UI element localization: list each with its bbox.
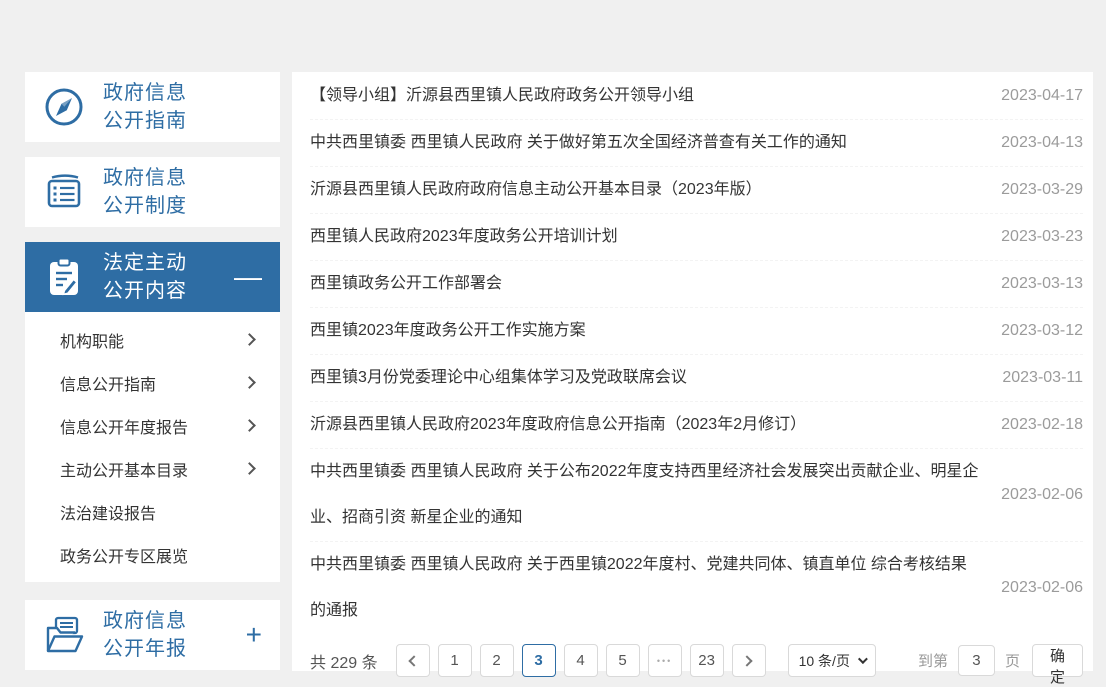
article-date: 2023-03-12 xyxy=(993,322,1083,340)
chevron-right-icon xyxy=(243,462,256,475)
total-count: 共 229 条 xyxy=(310,649,378,673)
collapse-icon[interactable]: — xyxy=(234,263,262,291)
article-date: 2023-03-23 xyxy=(993,228,1083,246)
goto-page-group: 到第 页 确定 xyxy=(918,644,1083,677)
article-date: 2023-03-29 xyxy=(993,181,1083,199)
sidebar-item-label: 法定主动 公开内容 xyxy=(103,249,234,305)
label-line2: 公开年报 xyxy=(103,638,187,660)
label-line2: 公开内容 xyxy=(103,280,187,302)
list-item[interactable]: 西里镇2023年度政务公开工作实施方案 2023-03-12 xyxy=(310,308,1083,355)
sidebar-item-label: 政府信息 公开年报 xyxy=(103,607,246,663)
article-date: 2023-02-06 xyxy=(993,486,1083,504)
chevron-right-icon xyxy=(741,655,752,666)
article-title[interactable]: 沂源县西里镇人民政府2023年度政府信息公开指南（2023年2月修订） xyxy=(310,402,993,448)
page-size-select[interactable]: 10 条/页 xyxy=(788,644,876,677)
news-list: 【领导小组】沂源县西里镇人民政府政务公开领导小组 2023-04-17 中共西里… xyxy=(310,73,1083,634)
submenu-item-label: 机构职能 xyxy=(60,328,124,352)
chevron-right-icon xyxy=(243,376,256,389)
page-button-2[interactable]: 2 xyxy=(480,644,514,677)
next-page-button[interactable] xyxy=(732,644,766,677)
ellipsis-button[interactable]: ••• xyxy=(648,644,682,677)
list-item[interactable]: 中共西里镇委 西里镇人民政府 关于做好第五次全国经济普查有关工作的通知 2023… xyxy=(310,120,1083,167)
confirm-button[interactable]: 确定 xyxy=(1032,644,1083,677)
article-title[interactable]: 西里镇政务公开工作部署会 xyxy=(310,261,993,307)
document-list-icon xyxy=(25,170,103,214)
article-date: 2023-03-13 xyxy=(993,275,1083,293)
sidebar-submenu: 机构职能 信息公开指南 信息公开年度报告 主动公开基本目录 法治建设报告 政务公… xyxy=(25,312,280,582)
article-date: 2023-02-18 xyxy=(993,416,1083,434)
label-line2: 公开指南 xyxy=(103,110,187,132)
content-panel: 【领导小组】沂源县西里镇人民政府政务公开领导小组 2023-04-17 中共西里… xyxy=(292,72,1093,671)
label-line1: 政府信息 xyxy=(103,82,187,104)
sidebar-item-gov-info-guide[interactable]: 政府信息 公开指南 xyxy=(25,72,280,142)
list-item[interactable]: 西里镇3月份党委理论中心组集体学习及党政联席会议 2023-03-11 xyxy=(310,355,1083,402)
prev-page-button[interactable] xyxy=(396,644,430,677)
article-title[interactable]: 中共西里镇委 西里镇人民政府 关于公布2022年度支持西里经济社会发展突出贡献企… xyxy=(310,449,993,541)
article-title[interactable]: 中共西里镇委 西里镇人民政府 关于做好第五次全国经济普查有关工作的通知 xyxy=(310,120,993,166)
submenu-item-label: 主动公开基本目录 xyxy=(60,457,188,481)
label-line1: 法定主动 xyxy=(103,252,187,274)
submenu-item-basic-catalog[interactable]: 主动公开基本目录 xyxy=(25,447,280,490)
article-date: 2023-04-13 xyxy=(993,134,1083,152)
submenu-item-agency-functions[interactable]: 机构职能 xyxy=(25,318,280,361)
chevron-right-icon xyxy=(243,419,256,432)
label-line2: 公开制度 xyxy=(103,195,187,217)
page-button-5[interactable]: 5 xyxy=(606,644,640,677)
goto-page-input[interactable] xyxy=(958,645,995,676)
sidebar-item-annual-gov-report[interactable]: 政府信息 公开年报 + xyxy=(25,600,280,670)
chevron-left-icon xyxy=(408,655,419,666)
list-item[interactable]: 西里镇政务公开工作部署会 2023-03-13 xyxy=(310,261,1083,308)
list-item[interactable]: 【领导小组】沂源县西里镇人民政府政务公开领导小组 2023-04-17 xyxy=(310,73,1083,120)
sidebar-item-legal-disclosure[interactable]: 法定主动 公开内容 — xyxy=(25,242,280,312)
submenu-item-label: 信息公开指南 xyxy=(60,371,156,395)
page-button-3-active[interactable]: 3 xyxy=(522,644,556,677)
article-title[interactable]: 西里镇2023年度政务公开工作实施方案 xyxy=(310,308,993,354)
submenu-item-label: 法治建设报告 xyxy=(60,500,156,524)
list-item[interactable]: 中共西里镇委 西里镇人民政府 关于西里镇2022年度村、党建共同体、镇直单位 综… xyxy=(310,542,1083,634)
sidebar-item-label: 政府信息 公开制度 xyxy=(103,164,280,220)
clipboard-pen-icon xyxy=(25,255,103,299)
page-button-4[interactable]: 4 xyxy=(564,644,598,677)
chevron-down-icon xyxy=(858,654,868,664)
article-title[interactable]: 沂源县西里镇人民政府政府信息主动公开基本目录（2023年版） xyxy=(310,167,993,213)
article-date: 2023-04-17 xyxy=(993,87,1083,105)
list-item[interactable]: 沂源县西里镇人民政府政府信息主动公开基本目录（2023年版） 2023-03-2… xyxy=(310,167,1083,214)
label-line1: 政府信息 xyxy=(103,610,187,632)
list-item[interactable]: 西里镇人民政府2023年度政务公开培训计划 2023-03-23 xyxy=(310,214,1083,261)
page-size-label: 10 条/页 xyxy=(799,651,850,671)
goto-prefix-label: 到第 xyxy=(918,650,948,671)
page-button-1[interactable]: 1 xyxy=(438,644,472,677)
article-title[interactable]: 中共西里镇委 西里镇人民政府 关于西里镇2022年度村、党建共同体、镇直单位 综… xyxy=(310,542,993,634)
page-button-23[interactable]: 23 xyxy=(690,644,724,677)
sidebar-item-label: 政府信息 公开指南 xyxy=(103,79,280,135)
submenu-item-disclosure-guide[interactable]: 信息公开指南 xyxy=(25,361,280,404)
list-item[interactable]: 中共西里镇委 西里镇人民政府 关于公布2022年度支持西里经济社会发展突出贡献企… xyxy=(310,449,1083,542)
label-line1: 政府信息 xyxy=(103,167,187,189)
expand-icon[interactable]: + xyxy=(246,621,262,649)
folder-report-icon xyxy=(25,613,103,657)
article-title[interactable]: 【领导小组】沂源县西里镇人民政府政务公开领导小组 xyxy=(310,73,993,119)
submenu-item-label: 政务公开专区展览 xyxy=(60,543,188,567)
article-date: 2023-03-11 xyxy=(993,369,1083,387)
article-date: 2023-02-06 xyxy=(993,579,1083,597)
submenu-item-annual-report[interactable]: 信息公开年度报告 xyxy=(25,404,280,447)
compass-icon xyxy=(25,85,103,129)
sidebar-item-gov-info-system[interactable]: 政府信息 公开制度 xyxy=(25,157,280,227)
submenu-item-rule-of-law-report[interactable]: 法治建设报告 xyxy=(25,490,280,533)
submenu-item-open-gov-exhibition[interactable]: 政务公开专区展览 xyxy=(25,533,280,576)
sidebar: 政府信息 公开指南 政府信息 公开制度 xyxy=(25,72,280,670)
chevron-right-icon xyxy=(243,333,256,346)
article-title[interactable]: 西里镇人民政府2023年度政务公开培训计划 xyxy=(310,214,993,260)
goto-suffix-label: 页 xyxy=(1005,650,1020,671)
list-item[interactable]: 沂源县西里镇人民政府2023年度政府信息公开指南（2023年2月修订） 2023… xyxy=(310,402,1083,449)
submenu-item-label: 信息公开年度报告 xyxy=(60,414,188,438)
article-title[interactable]: 西里镇3月份党委理论中心组集体学习及党政联席会议 xyxy=(310,355,993,401)
pagination: 共 229 条 1 2 3 4 5 ••• 23 10 条/页 到第 页 确定 xyxy=(310,644,1083,677)
